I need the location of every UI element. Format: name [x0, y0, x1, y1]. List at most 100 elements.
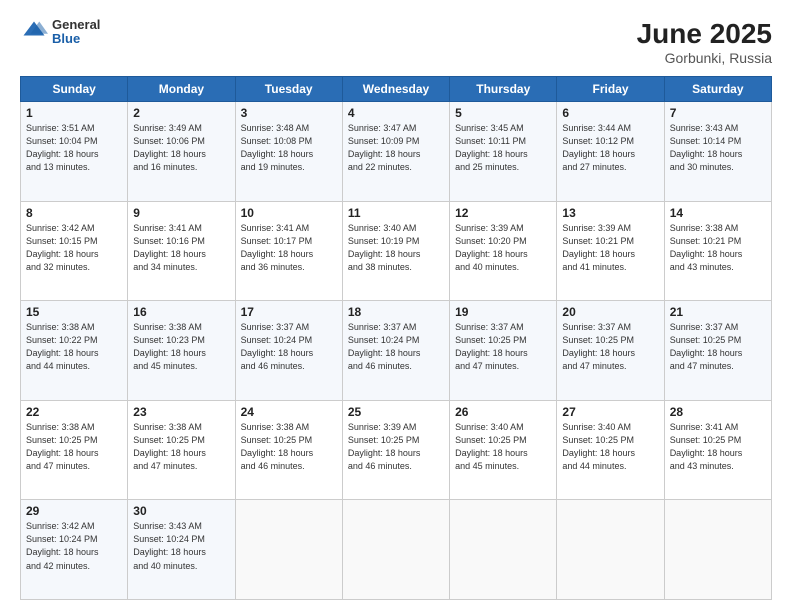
day-info: Sunrise: 3:37 AM Sunset: 10:25 PM Daylig…: [670, 321, 766, 373]
calendar-day-cell: 23 Sunrise: 3:38 AM Sunset: 10:25 PM Dayl…: [128, 400, 235, 500]
day-number: 23: [133, 405, 229, 419]
calendar-day-cell: 17 Sunrise: 3:37 AM Sunset: 10:24 PM Dayl…: [235, 301, 342, 401]
calendar-day-cell: [557, 500, 664, 600]
calendar-day-cell: 19 Sunrise: 3:37 AM Sunset: 10:25 PM Dayl…: [450, 301, 557, 401]
day-number: 27: [562, 405, 658, 419]
day-info: Sunrise: 3:45 AM Sunset: 10:11 PM Daylig…: [455, 122, 551, 174]
calendar-day-cell: 2Sunrise: 3:49 AM Sunset: 10:06 PM Dayli…: [128, 102, 235, 202]
calendar-day-cell: 9Sunrise: 3:41 AM Sunset: 10:16 PM Dayli…: [128, 201, 235, 301]
logo-blue-text: Blue: [52, 32, 100, 46]
day-info: Sunrise: 3:37 AM Sunset: 10:24 PM Daylig…: [348, 321, 444, 373]
calendar-day-cell: 21 Sunrise: 3:37 AM Sunset: 10:25 PM Dayl…: [664, 301, 771, 401]
calendar-day-cell: 30 Sunrise: 3:43 AM Sunset: 10:24 PM Dayl…: [128, 500, 235, 600]
day-info: Sunrise: 3:39 AM Sunset: 10:25 PM Daylig…: [348, 421, 444, 473]
day-number: 20: [562, 305, 658, 319]
day-info: Sunrise: 3:42 AM Sunset: 10:24 PM Daylig…: [26, 520, 122, 572]
calendar-day-cell: 25 Sunrise: 3:39 AM Sunset: 10:25 PM Dayl…: [342, 400, 449, 500]
day-number: 17: [241, 305, 337, 319]
day-number: 24: [241, 405, 337, 419]
calendar-day-cell: [450, 500, 557, 600]
calendar-day-cell: 14Sunrise: 3:38 AM Sunset: 10:21 PM Dayl…: [664, 201, 771, 301]
day-info: Sunrise: 3:37 AM Sunset: 10:24 PM Daylig…: [241, 321, 337, 373]
day-number: 10: [241, 206, 337, 220]
day-info: Sunrise: 3:51 AM Sunset: 10:04 PM Daylig…: [26, 122, 122, 174]
day-number: 15: [26, 305, 122, 319]
day-info: Sunrise: 3:40 AM Sunset: 10:19 PM Daylig…: [348, 222, 444, 274]
calendar-day-cell: 16 Sunrise: 3:38 AM Sunset: 10:23 PM Dayl…: [128, 301, 235, 401]
day-of-week-header: Friday: [557, 77, 664, 102]
day-number: 18: [348, 305, 444, 319]
day-number: 9: [133, 206, 229, 220]
day-number: 4: [348, 106, 444, 120]
day-of-week-header: Saturday: [664, 77, 771, 102]
calendar-day-cell: [664, 500, 771, 600]
day-number: 21: [670, 305, 766, 319]
day-info: Sunrise: 3:47 AM Sunset: 10:09 PM Daylig…: [348, 122, 444, 174]
logo-icon: [20, 18, 48, 46]
day-info: Sunrise: 3:49 AM Sunset: 10:06 PM Daylig…: [133, 122, 229, 174]
calendar-day-cell: 10Sunrise: 3:41 AM Sunset: 10:17 PM Dayl…: [235, 201, 342, 301]
calendar-day-cell: 3 Sunrise: 3:48 AM Sunset: 10:08 PM Dayli…: [235, 102, 342, 202]
calendar-day-cell: 22 Sunrise: 3:38 AM Sunset: 10:25 PM Dayl…: [21, 400, 128, 500]
day-number: 16: [133, 305, 229, 319]
day-info: Sunrise: 3:40 AM Sunset: 10:25 PM Daylig…: [562, 421, 658, 473]
calendar-day-cell: 7 Sunrise: 3:43 AM Sunset: 10:14 PM Dayli…: [664, 102, 771, 202]
calendar-day-cell: 8 Sunrise: 3:42 AM Sunset: 10:15 PM Dayli…: [21, 201, 128, 301]
day-info: Sunrise: 3:41 AM Sunset: 10:25 PM Daylig…: [670, 421, 766, 473]
day-number: 26: [455, 405, 551, 419]
day-number: 5: [455, 106, 551, 120]
day-of-week-header: Monday: [128, 77, 235, 102]
calendar-day-cell: 5 Sunrise: 3:45 AM Sunset: 10:11 PM Dayli…: [450, 102, 557, 202]
day-number: 7: [670, 106, 766, 120]
day-of-week-header: Sunday: [21, 77, 128, 102]
calendar-day-cell: 1 Sunrise: 3:51 AM Sunset: 10:04 PM Dayli…: [21, 102, 128, 202]
calendar-week-row: 22 Sunrise: 3:38 AM Sunset: 10:25 PM Dayl…: [21, 400, 772, 500]
day-of-week-header: Tuesday: [235, 77, 342, 102]
calendar-week-row: 1 Sunrise: 3:51 AM Sunset: 10:04 PM Dayli…: [21, 102, 772, 202]
day-number: 29: [26, 504, 122, 518]
day-info: Sunrise: 3:48 AM Sunset: 10:08 PM Daylig…: [241, 122, 337, 174]
day-number: 30: [133, 504, 229, 518]
day-number: 22: [26, 405, 122, 419]
day-of-week-header: Wednesday: [342, 77, 449, 102]
title-block: June 2025 Gorbunki, Russia: [637, 18, 772, 66]
calendar-day-cell: 18 Sunrise: 3:37 AM Sunset: 10:24 PM Dayl…: [342, 301, 449, 401]
calendar-day-cell: 28Sunrise: 3:41 AM Sunset: 10:25 PM Dayl…: [664, 400, 771, 500]
calendar-day-cell: 12Sunrise: 3:39 AM Sunset: 10:20 PM Dayl…: [450, 201, 557, 301]
logo-general-text: General: [52, 18, 100, 32]
day-info: Sunrise: 3:38 AM Sunset: 10:25 PM Daylig…: [26, 421, 122, 473]
day-info: Sunrise: 3:43 AM Sunset: 10:14 PM Daylig…: [670, 122, 766, 174]
calendar-day-cell: 11 Sunrise: 3:40 AM Sunset: 10:19 PM Dayl…: [342, 201, 449, 301]
header: General Blue June 2025 Gorbunki, Russia: [20, 18, 772, 66]
day-number: 25: [348, 405, 444, 419]
day-info: Sunrise: 3:37 AM Sunset: 10:25 PM Daylig…: [455, 321, 551, 373]
calendar-day-cell: 24Sunrise: 3:38 AM Sunset: 10:25 PM Dayl…: [235, 400, 342, 500]
calendar-day-cell: 15 Sunrise: 3:38 AM Sunset: 10:22 PM Dayl…: [21, 301, 128, 401]
calendar-day-cell: 20Sunrise: 3:37 AM Sunset: 10:25 PM Dayl…: [557, 301, 664, 401]
day-number: 19: [455, 305, 551, 319]
day-info: Sunrise: 3:38 AM Sunset: 10:25 PM Daylig…: [133, 421, 229, 473]
day-info: Sunrise: 3:39 AM Sunset: 10:21 PM Daylig…: [562, 222, 658, 274]
calendar-week-row: 29 Sunrise: 3:42 AM Sunset: 10:24 PM Dayl…: [21, 500, 772, 600]
calendar-subtitle: Gorbunki, Russia: [637, 50, 772, 66]
logo: General Blue: [20, 18, 100, 47]
day-info: Sunrise: 3:43 AM Sunset: 10:24 PM Daylig…: [133, 520, 229, 572]
day-info: Sunrise: 3:38 AM Sunset: 10:23 PM Daylig…: [133, 321, 229, 373]
logo-text: General Blue: [52, 18, 100, 47]
day-number: 11: [348, 206, 444, 220]
day-info: Sunrise: 3:40 AM Sunset: 10:25 PM Daylig…: [455, 421, 551, 473]
day-info: Sunrise: 3:38 AM Sunset: 10:22 PM Daylig…: [26, 321, 122, 373]
day-number: 1: [26, 106, 122, 120]
calendar-day-cell: [342, 500, 449, 600]
page: General Blue June 2025 Gorbunki, Russia …: [0, 0, 792, 612]
day-info: Sunrise: 3:44 AM Sunset: 10:12 PM Daylig…: [562, 122, 658, 174]
day-number: 8: [26, 206, 122, 220]
day-number: 14: [670, 206, 766, 220]
day-of-week-header: Thursday: [450, 77, 557, 102]
day-number: 3: [241, 106, 337, 120]
day-info: Sunrise: 3:42 AM Sunset: 10:15 PM Daylig…: [26, 222, 122, 274]
day-number: 13: [562, 206, 658, 220]
calendar-day-cell: 26 Sunrise: 3:40 AM Sunset: 10:25 PM Dayl…: [450, 400, 557, 500]
calendar-week-row: 15 Sunrise: 3:38 AM Sunset: 10:22 PM Dayl…: [21, 301, 772, 401]
day-number: 12: [455, 206, 551, 220]
